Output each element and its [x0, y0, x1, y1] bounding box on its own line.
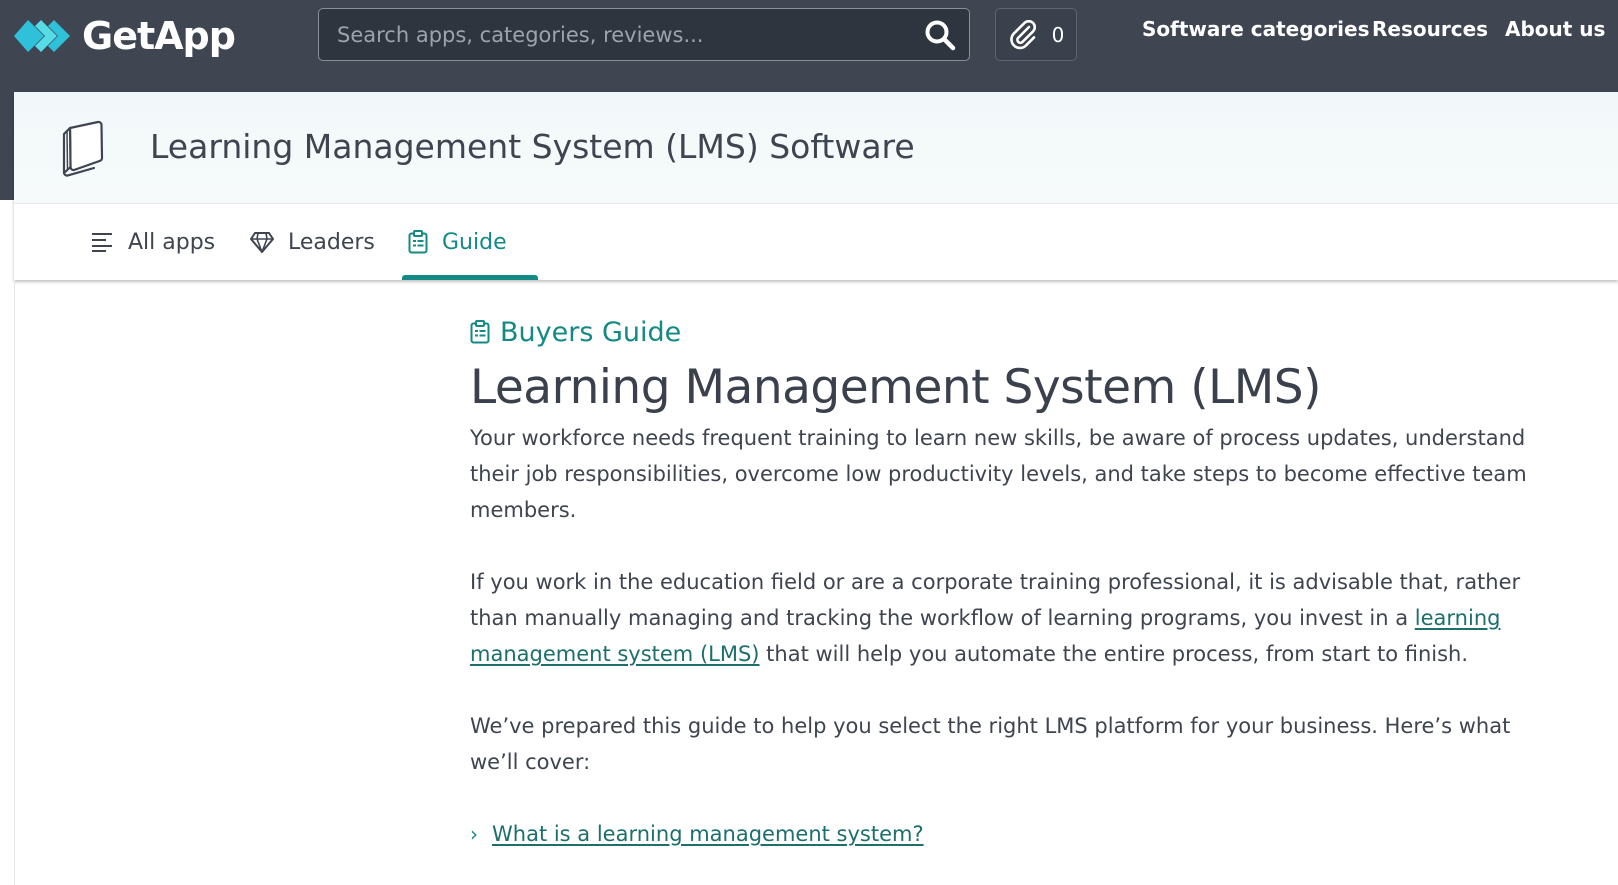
tab-all-apps[interactable]: All apps	[92, 204, 215, 280]
getapp-logo[interactable]: GetApp	[14, 12, 236, 60]
tab-label: Leaders	[288, 229, 375, 255]
chevron-right-icon: ›	[470, 822, 478, 846]
guide-content: Buyers Guide Learning Management System …	[470, 312, 1540, 852]
buyers-guide-label: Buyers Guide	[470, 312, 1540, 352]
category-title: Learning Management System (LMS) Softwar…	[150, 127, 915, 166]
category-card: Learning Management System (LMS) Softwar…	[14, 92, 1618, 280]
paragraph-text: that will help you automate the entire p…	[759, 642, 1469, 666]
paperclip-icon	[1009, 19, 1036, 49]
tab-label: All apps	[128, 229, 216, 255]
clipboard-icon	[470, 320, 490, 344]
active-tab-indicator	[402, 275, 538, 280]
search-button[interactable]	[923, 18, 957, 52]
overview-paragraph: We’ve prepared this guide to help you se…	[470, 714, 1511, 774]
category-header: Learning Management System (LMS) Softwar…	[14, 92, 1618, 204]
search-input[interactable]	[319, 9, 899, 60]
divider	[14, 280, 15, 885]
paragraph-text: If you work in the education field or ar…	[470, 570, 1521, 630]
brand-name: GetApp	[82, 14, 236, 58]
nav-about-us[interactable]: About us	[1505, 17, 1605, 41]
search-icon	[925, 20, 956, 51]
diamond-icon	[250, 232, 274, 253]
list-icon	[92, 233, 112, 252]
tab-leaders[interactable]: Leaders	[250, 204, 375, 280]
tab-guide[interactable]: Guide	[408, 204, 507, 280]
getapp-chevron-icon	[14, 20, 70, 52]
intro-paragraph: Your workforce needs frequent training t…	[470, 426, 1527, 522]
clipboard-icon	[408, 230, 428, 254]
lms-paragraph: If you work in the education field or ar…	[470, 564, 1530, 672]
toc-item: › What is a learning management system?	[470, 816, 1540, 852]
folder-icon	[62, 120, 104, 177]
nav-resources[interactable]: Resources	[1372, 17, 1488, 41]
page-title: Learning Management System (LMS)	[470, 360, 1321, 415]
search-bar	[318, 8, 970, 61]
tab-label: Guide	[442, 229, 507, 255]
toc-link-what-is-lms[interactable]: What is a learning management system?	[492, 816, 924, 852]
saved-apps-count: 0	[1051, 22, 1065, 47]
guide-tag-text: Buyers Guide	[500, 316, 682, 348]
saved-apps-button[interactable]: 0	[995, 8, 1077, 61]
nav-software-categories[interactable]: Software categories	[1142, 17, 1370, 41]
